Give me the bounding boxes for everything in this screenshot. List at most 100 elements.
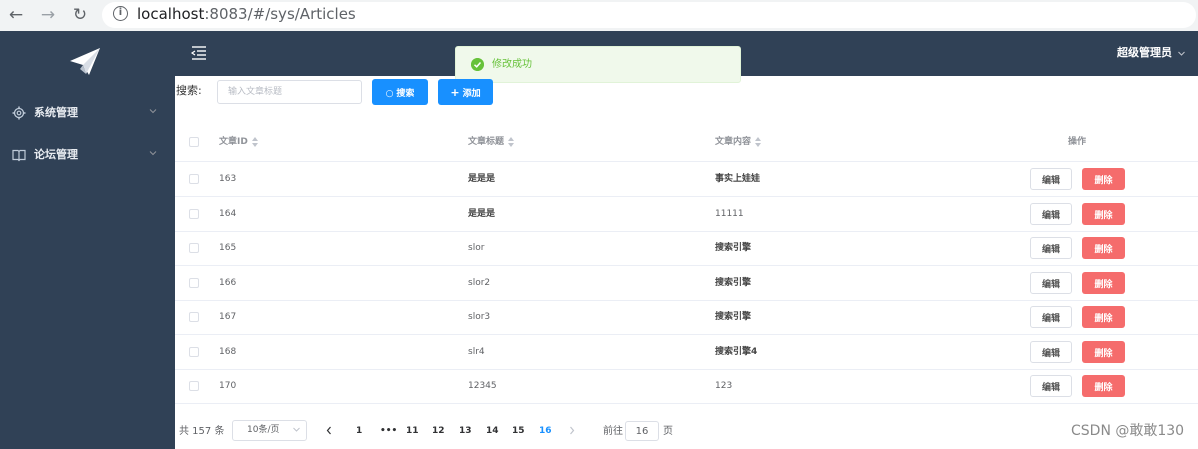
select-all-checkbox[interactable] <box>189 137 199 147</box>
menu-fold-icon[interactable] <box>190 45 208 61</box>
page-number[interactable]: 15 <box>512 425 525 438</box>
table-header: 文章ID 文章标题 文章内容 操作 <box>175 123 1198 162</box>
column-label: 文章内容 <box>715 137 752 147</box>
page-number[interactable]: 11 <box>406 425 419 438</box>
add-button[interactable]: + 添加 <box>438 79 493 105</box>
cell-content: 11111 <box>715 209 744 219</box>
url-host: localhost <box>137 5 205 23</box>
page-number[interactable]: 12 <box>432 425 445 438</box>
edit-button[interactable]: 编辑 <box>1030 272 1072 294</box>
search-input[interactable] <box>217 80 362 104</box>
url-text[interactable]: localhost:8083/#/sys/Articles <box>137 4 356 24</box>
delete-button[interactable]: 删除 <box>1082 203 1125 225</box>
page-number-current[interactable]: 16 <box>539 425 552 438</box>
plus-icon: + <box>450 85 460 99</box>
column-header-content[interactable]: 文章内容 <box>715 136 762 149</box>
search-icon: ○ <box>385 88 394 99</box>
sort-icon[interactable] <box>755 136 762 147</box>
paper-plane-logo-icon <box>70 48 100 75</box>
cell-id: 170 <box>219 381 237 391</box>
toast-message: 修改成功 <box>492 59 532 70</box>
column-header-id[interactable]: 文章ID <box>219 136 259 149</box>
forward-arrow-icon[interactable]: → <box>37 4 59 26</box>
sort-icon[interactable] <box>251 136 259 147</box>
chevron-down-icon <box>149 151 157 156</box>
back-arrow-icon[interactable]: ← <box>5 4 27 26</box>
page-number[interactable]: 1 <box>356 425 362 438</box>
column-label: 操作 <box>1068 137 1087 147</box>
delete-button[interactable]: 删除 <box>1082 341 1125 363</box>
chevron-down-icon <box>149 109 157 114</box>
cell-title: 是是是 <box>468 174 496 184</box>
delete-button[interactable]: 删除 <box>1082 237 1125 259</box>
cell-id: 167 <box>219 312 237 322</box>
next-page-icon[interactable] <box>567 424 577 437</box>
table-row: 168 slr4 搜索引擎4 编辑 删除 <box>175 335 1198 370</box>
row-checkbox[interactable] <box>189 278 199 288</box>
edit-button[interactable]: 编辑 <box>1030 306 1072 328</box>
edit-button[interactable]: 编辑 <box>1030 375 1072 397</box>
prev-page-icon[interactable] <box>324 424 334 437</box>
delete-button[interactable]: 删除 <box>1082 272 1125 294</box>
sidebar-item-label: 系统管理 <box>34 106 78 119</box>
sidebar-item-forum[interactable]: 论坛管理 <box>0 140 175 170</box>
pagination-total: 共 157 条 <box>179 426 225 437</box>
sort-icon[interactable] <box>508 136 515 147</box>
table-row: 166 slor2 搜索引擎 编辑 删除 <box>175 266 1198 301</box>
gear-icon <box>12 106 26 120</box>
book-icon <box>12 149 26 162</box>
cell-id: 166 <box>219 278 237 288</box>
edit-button[interactable]: 编辑 <box>1030 341 1072 363</box>
cell-content: 事实上娃娃 <box>715 174 761 184</box>
cell-title: slor <box>468 243 485 253</box>
cell-title: slor2 <box>468 278 491 288</box>
column-label: 文章ID <box>219 137 248 147</box>
row-checkbox[interactable] <box>189 209 199 219</box>
reload-icon[interactable]: ↻ <box>69 4 91 26</box>
table-row: 167 slor3 搜索引擎 编辑 删除 <box>175 300 1198 335</box>
row-checkbox[interactable] <box>189 243 199 253</box>
row-checkbox[interactable] <box>189 381 199 391</box>
column-header-title[interactable]: 文章标题 <box>468 136 515 149</box>
page-number[interactable]: 14 <box>486 425 499 438</box>
table-row: 164 是是是 11111 编辑 删除 <box>175 197 1198 232</box>
cell-content: 搜索引擎 <box>715 278 752 288</box>
cell-id: 164 <box>219 209 237 219</box>
cell-title: 是是是 <box>468 209 496 219</box>
delete-button[interactable]: 删除 <box>1082 375 1125 397</box>
cell-title: slor3 <box>468 312 491 322</box>
row-checkbox[interactable] <box>189 174 199 184</box>
sidebar-item-system[interactable]: 系统管理 <box>0 98 175 128</box>
edit-button[interactable]: 编辑 <box>1030 237 1072 259</box>
info-icon[interactable]: i <box>113 6 128 21</box>
edit-button[interactable]: 编辑 <box>1030 203 1072 225</box>
table-row: 165 slor 搜索引擎 编辑 删除 <box>175 231 1198 266</box>
search-button[interactable]: ○ 搜索 <box>372 79 428 105</box>
cell-title: 12345 <box>468 381 497 391</box>
page-number[interactable]: 13 <box>459 425 472 438</box>
cell-content: 搜索引擎4 <box>715 347 758 357</box>
row-checkbox[interactable] <box>189 312 199 322</box>
goto-page-input[interactable] <box>625 421 659 441</box>
search-button-label: 搜索 <box>396 88 415 99</box>
chevron-down-icon[interactable] <box>1177 49 1186 58</box>
column-label: 文章标题 <box>468 137 505 147</box>
cell-id: 168 <box>219 347 237 357</box>
delete-button[interactable]: 删除 <box>1082 168 1125 190</box>
cell-id: 163 <box>219 174 237 184</box>
page-suffix: 页 <box>663 426 673 437</box>
url-path: :8083/#/sys/Articles <box>204 5 356 23</box>
row-checkbox[interactable] <box>189 347 199 357</box>
cell-id: 165 <box>219 243 237 253</box>
cell-content: 搜索引擎 <box>715 312 752 322</box>
watermark: CSDN @敢敢130 <box>1071 423 1185 439</box>
table-row: 163 是是是 事实上娃娃 编辑 删除 <box>175 162 1198 197</box>
user-menu[interactable]: 超级管理员 <box>1117 45 1172 61</box>
delete-button[interactable]: 删除 <box>1082 306 1125 328</box>
edit-button[interactable]: 编辑 <box>1030 168 1072 190</box>
page-size-value: 10条/页 <box>247 425 280 435</box>
page-ellipsis[interactable]: ••• <box>380 425 397 438</box>
page-size-select[interactable]: 10条/页 <box>232 420 307 441</box>
table-row: 170 12345 123 编辑 删除 <box>175 369 1198 404</box>
cell-content: 123 <box>715 381 733 391</box>
